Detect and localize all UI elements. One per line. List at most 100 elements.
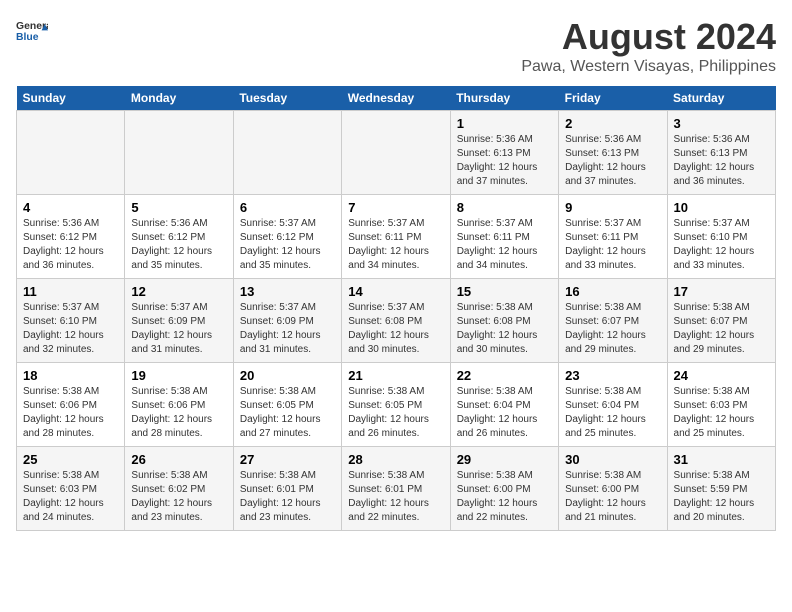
- day-info: Sunrise: 5:38 AM Sunset: 6:08 PM Dayligh…: [457, 301, 552, 357]
- calendar-cell: 4 Sunrise: 5:36 AM Sunset: 6:12 PM Daylig…: [17, 195, 125, 279]
- day-number: 4: [23, 200, 118, 215]
- day-info: Sunrise: 5:37 AM Sunset: 6:10 PM Dayligh…: [674, 217, 769, 273]
- calendar-cell: 5 Sunrise: 5:36 AM Sunset: 6:12 PM Daylig…: [125, 195, 233, 279]
- day-info: Sunrise: 5:38 AM Sunset: 6:04 PM Dayligh…: [457, 385, 552, 441]
- calendar-cell: 24 Sunrise: 5:38 AM Sunset: 6:03 PM Dayli…: [667, 363, 775, 447]
- day-info: Sunrise: 5:38 AM Sunset: 6:06 PM Dayligh…: [131, 385, 226, 441]
- day-number: 5: [131, 200, 226, 215]
- day-info: Sunrise: 5:38 AM Sunset: 6:07 PM Dayligh…: [565, 301, 660, 357]
- calendar-cell: 26 Sunrise: 5:38 AM Sunset: 6:02 PM Dayli…: [125, 447, 233, 531]
- day-number: 29: [457, 452, 552, 467]
- day-number: 22: [457, 368, 552, 383]
- calendar-week-row: 25 Sunrise: 5:38 AM Sunset: 6:03 PM Dayli…: [17, 447, 776, 531]
- day-number: 19: [131, 368, 226, 383]
- day-info: Sunrise: 5:36 AM Sunset: 6:12 PM Dayligh…: [23, 217, 118, 273]
- calendar-cell: 28Sunrise: 5:38 AM Sunset: 6:01 PM Dayli…: [342, 447, 450, 531]
- day-info: Sunrise: 5:38 AM Sunset: 5:59 PM Dayligh…: [674, 469, 769, 525]
- day-of-week-header: Saturday: [667, 86, 775, 111]
- calendar-week-row: 11 Sunrise: 5:37 AM Sunset: 6:10 PM Dayli…: [17, 279, 776, 363]
- calendar-cell: 9 Sunrise: 5:37 AM Sunset: 6:11 PM Daylig…: [559, 195, 667, 279]
- day-info: Sunrise: 5:38 AM Sunset: 6:03 PM Dayligh…: [23, 469, 118, 525]
- day-info: Sunrise: 5:38 AM Sunset: 6:03 PM Dayligh…: [674, 385, 769, 441]
- day-number: 13: [240, 284, 335, 299]
- calendar-cell: 8 Sunrise: 5:37 AM Sunset: 6:11 PM Daylig…: [450, 195, 558, 279]
- day-info: Sunrise: 5:37 AM Sunset: 6:10 PM Dayligh…: [23, 301, 118, 357]
- day-of-week-header: Monday: [125, 86, 233, 111]
- page-subtitle: Pawa, Western Visayas, Philippines: [521, 58, 776, 76]
- day-info: Sunrise: 5:38 AM Sunset: 6:00 PM Dayligh…: [457, 469, 552, 525]
- calendar-cell: 18Sunrise: 5:38 AM Sunset: 6:06 PM Dayli…: [17, 363, 125, 447]
- calendar-cell: 27Sunrise: 5:38 AM Sunset: 6:01 PM Dayli…: [233, 447, 341, 531]
- day-number: 21: [348, 368, 443, 383]
- day-info: Sunrise: 5:37 AM Sunset: 6:11 PM Dayligh…: [348, 217, 443, 273]
- day-number: 15: [457, 284, 552, 299]
- calendar-header-row: SundayMondayTuesdayWednesdayThursdayFrid…: [17, 86, 776, 111]
- day-number: 7: [348, 200, 443, 215]
- day-info: Sunrise: 5:36 AM Sunset: 6:12 PM Dayligh…: [131, 217, 226, 273]
- day-number: 12: [131, 284, 226, 299]
- calendar-cell: 30 Sunrise: 5:38 AM Sunset: 6:00 PM Dayli…: [559, 447, 667, 531]
- calendar-cell: 16 Sunrise: 5:38 AM Sunset: 6:07 PM Dayli…: [559, 279, 667, 363]
- day-number: 8: [457, 200, 552, 215]
- calendar-cell: 6 Sunrise: 5:37 AM Sunset: 6:12 PM Daylig…: [233, 195, 341, 279]
- calendar-cell: 29 Sunrise: 5:38 AM Sunset: 6:00 PM Dayli…: [450, 447, 558, 531]
- calendar-cell: 15 Sunrise: 5:38 AM Sunset: 6:08 PM Dayli…: [450, 279, 558, 363]
- svg-text:Blue: Blue: [16, 32, 39, 43]
- day-of-week-header: Friday: [559, 86, 667, 111]
- day-info: Sunrise: 5:38 AM Sunset: 6:00 PM Dayligh…: [565, 469, 660, 525]
- day-number: 23: [565, 368, 660, 383]
- day-number: 1: [457, 116, 552, 131]
- day-info: Sunrise: 5:38 AM Sunset: 6:05 PM Dayligh…: [240, 385, 335, 441]
- day-number: 30: [565, 452, 660, 467]
- day-number: 2: [565, 116, 660, 131]
- day-of-week-header: Wednesday: [342, 86, 450, 111]
- calendar-week-row: 18 Sunrise: 5:38 AM Sunset: 6:06 PM Dayli…: [17, 363, 776, 447]
- calendar-cell: [17, 111, 125, 195]
- day-info: Sunrise: 5:36 AM Sunset: 6:13 PM Dayligh…: [457, 133, 552, 189]
- calendar-cell: 25 Sunrise: 5:38 AM Sunset: 6:03 PM Dayli…: [17, 447, 125, 531]
- calendar-cell: 11 Sunrise: 5:37 AM Sunset: 6:10 PM Dayli…: [17, 279, 125, 363]
- day-number: 25: [23, 452, 118, 467]
- logo-icon: General Blue: [16, 16, 48, 48]
- day-of-week-header: Tuesday: [233, 86, 341, 111]
- day-number: 10: [674, 200, 769, 215]
- day-number: 3: [674, 116, 769, 131]
- calendar-cell: 2Sunrise: 5:36 AM Sunset: 6:13 PM Daylig…: [559, 111, 667, 195]
- calendar-cell: 23Sunrise: 5:38 AM Sunset: 6:04 PM Dayli…: [559, 363, 667, 447]
- calendar-week-row: 4 Sunrise: 5:36 AM Sunset: 6:12 PM Daylig…: [17, 195, 776, 279]
- day-number: 16: [565, 284, 660, 299]
- page-header: General Blue General Blue August 2024 Pa…: [16, 16, 776, 76]
- calendar-cell: [233, 111, 341, 195]
- day-number: 20: [240, 368, 335, 383]
- title-block: August 2024 Pawa, Western Visayas, Phili…: [521, 16, 776, 76]
- day-of-week-header: Thursday: [450, 86, 558, 111]
- calendar-cell: 21Sunrise: 5:38 AM Sunset: 6:05 PM Dayli…: [342, 363, 450, 447]
- calendar-cell: 10 Sunrise: 5:37 AM Sunset: 6:10 PM Dayli…: [667, 195, 775, 279]
- calendar-cell: 7 Sunrise: 5:37 AM Sunset: 6:11 PM Daylig…: [342, 195, 450, 279]
- day-info: Sunrise: 5:37 AM Sunset: 6:11 PM Dayligh…: [565, 217, 660, 273]
- calendar-cell: 12Sunrise: 5:37 AM Sunset: 6:09 PM Dayli…: [125, 279, 233, 363]
- calendar-cell: 19 Sunrise: 5:38 AM Sunset: 6:06 PM Dayli…: [125, 363, 233, 447]
- calendar-cell: 22 Sunrise: 5:38 AM Sunset: 6:04 PM Dayli…: [450, 363, 558, 447]
- day-info: Sunrise: 5:37 AM Sunset: 6:08 PM Dayligh…: [348, 301, 443, 357]
- day-number: 9: [565, 200, 660, 215]
- day-number: 26: [131, 452, 226, 467]
- day-info: Sunrise: 5:38 AM Sunset: 6:07 PM Dayligh…: [674, 301, 769, 357]
- logo: General Blue General Blue: [16, 16, 48, 48]
- day-number: 31: [674, 452, 769, 467]
- day-number: 6: [240, 200, 335, 215]
- calendar-cell: 17 Sunrise: 5:38 AM Sunset: 6:07 PM Dayli…: [667, 279, 775, 363]
- day-number: 17: [674, 284, 769, 299]
- calendar-cell: 1 Sunrise: 5:36 AM Sunset: 6:13 PM Daylig…: [450, 111, 558, 195]
- day-of-week-header: Sunday: [17, 86, 125, 111]
- day-info: Sunrise: 5:37 AM Sunset: 6:11 PM Dayligh…: [457, 217, 552, 273]
- day-number: 18: [23, 368, 118, 383]
- calendar-cell: 31 Sunrise: 5:38 AM Sunset: 5:59 PM Dayli…: [667, 447, 775, 531]
- day-info: Sunrise: 5:37 AM Sunset: 6:12 PM Dayligh…: [240, 217, 335, 273]
- day-number: 11: [23, 284, 118, 299]
- page-title: August 2024: [521, 16, 776, 58]
- day-number: 27: [240, 452, 335, 467]
- day-number: 24: [674, 368, 769, 383]
- day-info: Sunrise: 5:37 AM Sunset: 6:09 PM Dayligh…: [240, 301, 335, 357]
- day-info: Sunrise: 5:38 AM Sunset: 6:02 PM Dayligh…: [131, 469, 226, 525]
